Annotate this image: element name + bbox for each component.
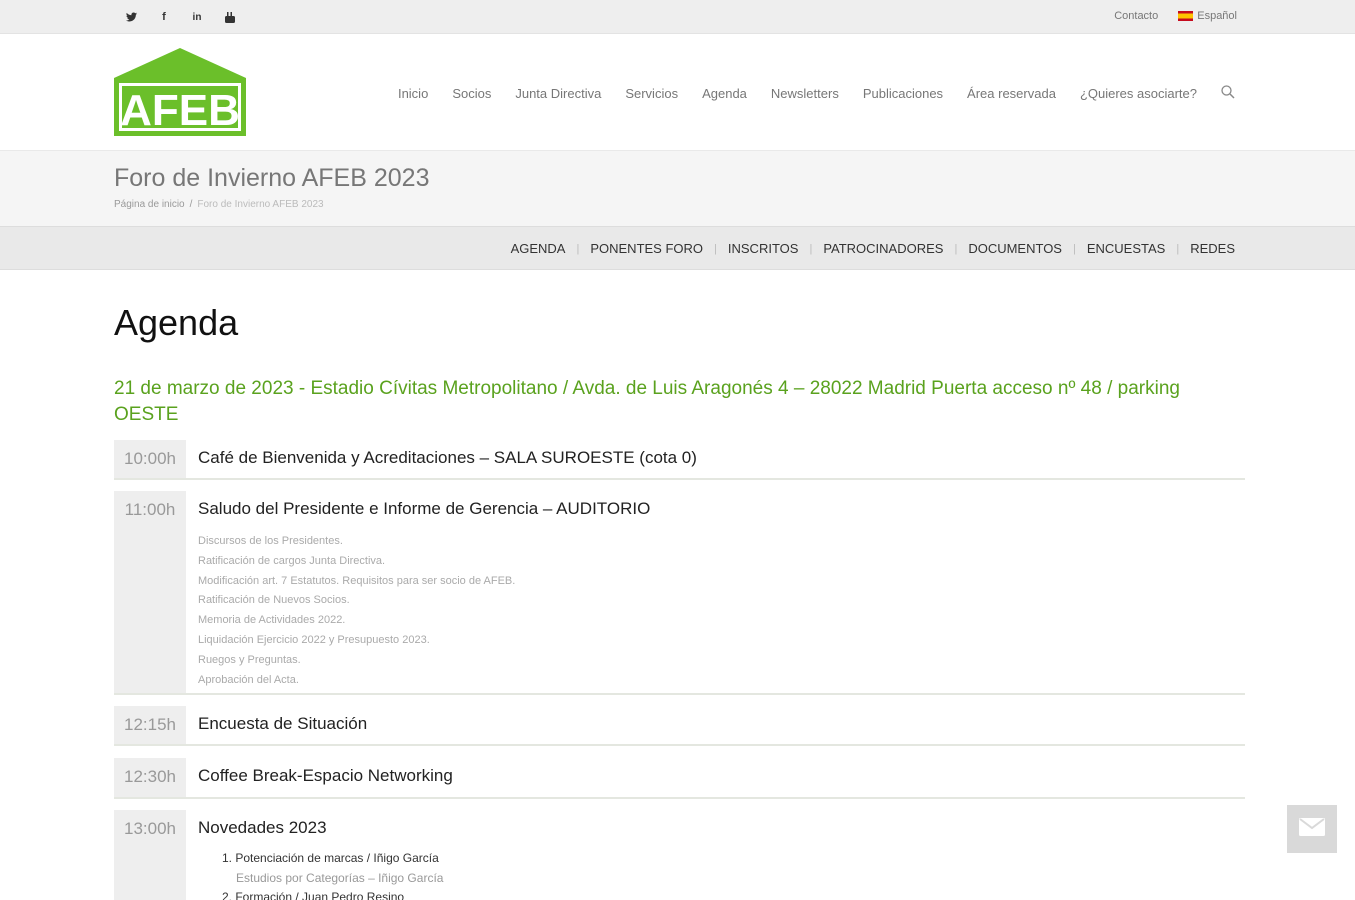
agenda-row: 12:15h Encuesta de Situación: [114, 706, 1245, 746]
subnav-separator: |: [576, 242, 580, 255]
language-selector[interactable]: Español: [1178, 10, 1237, 22]
detail-item: Ruegos y Preguntas.: [198, 653, 301, 666]
agenda-time: 12:30h: [114, 758, 186, 797]
nav-item-area-reservada[interactable]: Área reservada: [967, 86, 1056, 101]
top-right-links: Contacto Español: [1114, 10, 1237, 22]
social-links: f in: [124, 9, 237, 25]
agenda-heading: Agenda: [114, 302, 239, 343]
spain-flag-icon: [1178, 11, 1194, 21]
afeb-logo[interactable]: AFEB: [114, 48, 246, 136]
agenda-title: Coffee Break-Espacio Networking: [198, 766, 453, 785]
detail-item: Memoria de Actividades 2022.: [198, 614, 346, 627]
agenda-row: 12:30h Coffee Break-Espacio Networking: [114, 758, 1245, 799]
logo-text: AFEB: [120, 86, 240, 135]
breadcrumb-home[interactable]: Página de inicio: [114, 199, 185, 210]
nav-item-newsletters[interactable]: Newsletters: [771, 86, 839, 101]
subnav-item-patrocinadores[interactable]: PATROCINADORES: [823, 241, 943, 256]
agenda-details: Discursos de los Presidentes. Ratificaci…: [198, 532, 515, 690]
nav-item-inicio[interactable]: Inicio: [398, 86, 428, 101]
subnav-separator: |: [1176, 242, 1180, 255]
contact-mail-button[interactable]: [1287, 805, 1337, 853]
agenda-numbered-list: 1. Potenciación de marcas / Iñigo García…: [222, 849, 443, 900]
search-icon[interactable]: [1221, 85, 1235, 102]
numbered-item: 1. Potenciación de marcas / Iñigo García: [222, 851, 439, 865]
agenda-row: 13:00h Novedades 2023 1. Potenciación de…: [114, 810, 1245, 900]
twitter-icon[interactable]: [124, 9, 138, 25]
youtube-icon[interactable]: [223, 9, 237, 25]
agenda-time: 10:00h: [114, 440, 186, 478]
language-label: Español: [1197, 10, 1237, 22]
agenda-row: 10:00h Café de Bienvenida y Acreditacion…: [114, 440, 1245, 480]
agenda-title: Novedades 2023: [198, 818, 327, 837]
agenda-title: Café de Bienvenida y Acreditaciones – SA…: [198, 448, 697, 467]
subnav-item-agenda[interactable]: AGENDA: [511, 241, 566, 256]
page-title-area: Foro de Invierno AFEB 2023 Página de ini…: [0, 150, 1355, 226]
subnav-separator: |: [714, 242, 717, 255]
breadcrumb-separator: /: [189, 199, 193, 210]
subnav-item-inscritos[interactable]: INSCRITOS: [728, 241, 799, 256]
breadcrumb-current: Foro de Invierno AFEB 2023: [197, 199, 324, 210]
agenda-title: Saludo del Presidente e Informe de Geren…: [198, 499, 651, 518]
event-info: 21 de marzo de 2023 - Estadio Cívitas Me…: [114, 378, 1180, 425]
numbered-item: 2. Formación / Juan Pedro Resino: [222, 890, 405, 900]
detail-item: Discursos de los Presidentes.: [198, 535, 343, 547]
nav-item-servicios[interactable]: Servicios: [625, 86, 678, 101]
top-bar: f in Contacto Español: [0, 0, 1355, 34]
subnav-item-redes[interactable]: REDES: [1190, 241, 1235, 256]
page-title: Foro de Invierno AFEB 2023: [114, 164, 430, 192]
envelope-icon: [1299, 817, 1325, 841]
numbered-subitem: Estudios por Categorías – Iñigo García: [236, 870, 444, 885]
subnav-item-ponentes[interactable]: PONENTES FORO: [590, 241, 703, 256]
nav-item-agenda[interactable]: Agenda: [702, 86, 747, 101]
linkedin-icon[interactable]: in: [190, 9, 204, 25]
section-subnav: AGENDA | PONENTES FORO | INSCRITOS | PAT…: [0, 226, 1355, 270]
detail-item: Aprobación del Acta.: [198, 673, 299, 686]
detail-item: Modificación art. 7 Estatutos. Requisito…: [198, 574, 516, 587]
nav-item-junta-directiva[interactable]: Junta Directiva: [515, 86, 601, 101]
subnav-separator: |: [954, 242, 958, 255]
contact-link[interactable]: Contacto: [1114, 10, 1158, 22]
subnav-item-documentos[interactable]: DOCUMENTOS: [968, 241, 1062, 256]
agenda-title: Encuesta de Situación: [198, 714, 368, 733]
main-nav: Inicio Socios Junta Directiva Servicios …: [398, 85, 1235, 102]
agenda-time: 11:00h: [114, 491, 186, 693]
site-header: AFEB Inicio Socios Junta Directiva Servi…: [0, 34, 1355, 150]
nav-item-socios[interactable]: Socios: [452, 86, 491, 101]
subnav-separator: |: [1072, 242, 1076, 255]
subnav-item-encuestas[interactable]: ENCUESTAS: [1087, 241, 1166, 256]
nav-item-publicaciones[interactable]: Publicaciones: [863, 86, 943, 101]
agenda-time: 13:00h: [114, 810, 186, 900]
facebook-icon[interactable]: f: [157, 9, 171, 25]
subnav-separator: |: [809, 242, 813, 255]
detail-item: Liquidación Ejercicio 2022 y Presupuesto…: [198, 633, 430, 646]
agenda-row: 11:00h Saludo del Presidente e Informe d…: [114, 491, 1245, 695]
breadcrumb: Página de inicio / Foro de Invierno AFEB 2…: [114, 199, 324, 210]
agenda-time: 12:15h: [114, 706, 186, 744]
detail-item: Ratificación de Nuevos Socios.: [198, 594, 350, 607]
nav-item-asociarte[interactable]: ¿Quieres asociarte?: [1080, 86, 1197, 101]
detail-item: Ratificación de cargos Junta Directiva.: [198, 554, 386, 567]
